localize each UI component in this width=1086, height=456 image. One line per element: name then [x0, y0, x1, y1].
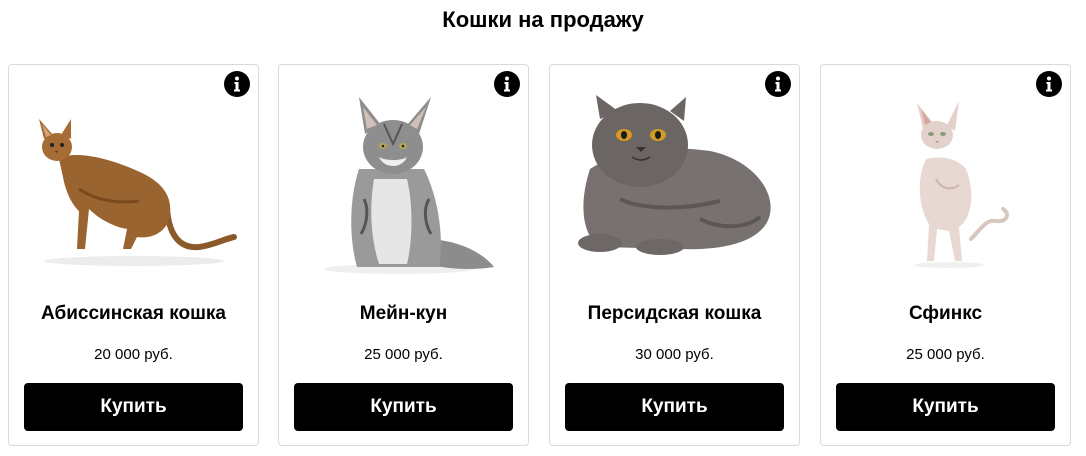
persian-cat-photo	[560, 89, 791, 279]
buy-button[interactable]: Купить	[24, 383, 243, 431]
product-card: Сфинкс 25 000 руб. Купить	[820, 64, 1071, 446]
product-name: Персидская кошка	[587, 303, 762, 324]
buy-button[interactable]: Купить	[836, 383, 1055, 431]
product-price: 25 000 руб.	[364, 346, 443, 363]
product-card: Абиссинская кошка 20 000 руб. Купить	[8, 64, 259, 446]
product-name: Сфинкс	[908, 303, 983, 324]
product-grid: Абиссинская кошка 20 000 руб. Купить Мей…	[8, 64, 1078, 446]
product-card: Мейн-кун 25 000 руб. Купить	[278, 64, 529, 446]
product-price: 30 000 руб.	[635, 346, 714, 363]
page-title: Кошки на продажу	[442, 7, 644, 32]
product-price: 25 000 руб.	[906, 346, 985, 363]
product-price: 20 000 руб.	[94, 346, 173, 363]
maine-coon-cat-photo	[289, 89, 520, 279]
product-name: Мейн-кун	[359, 303, 448, 324]
product-card: Персидская кошка 30 000 руб. Купить	[549, 64, 800, 446]
buy-button[interactable]: Купить	[294, 383, 513, 431]
product-name: Абиссинская кошка	[41, 303, 226, 324]
sphynx-cat-photo	[831, 89, 1062, 279]
buy-button[interactable]: Купить	[565, 383, 784, 431]
abyssinian-cat-photo	[19, 89, 250, 279]
